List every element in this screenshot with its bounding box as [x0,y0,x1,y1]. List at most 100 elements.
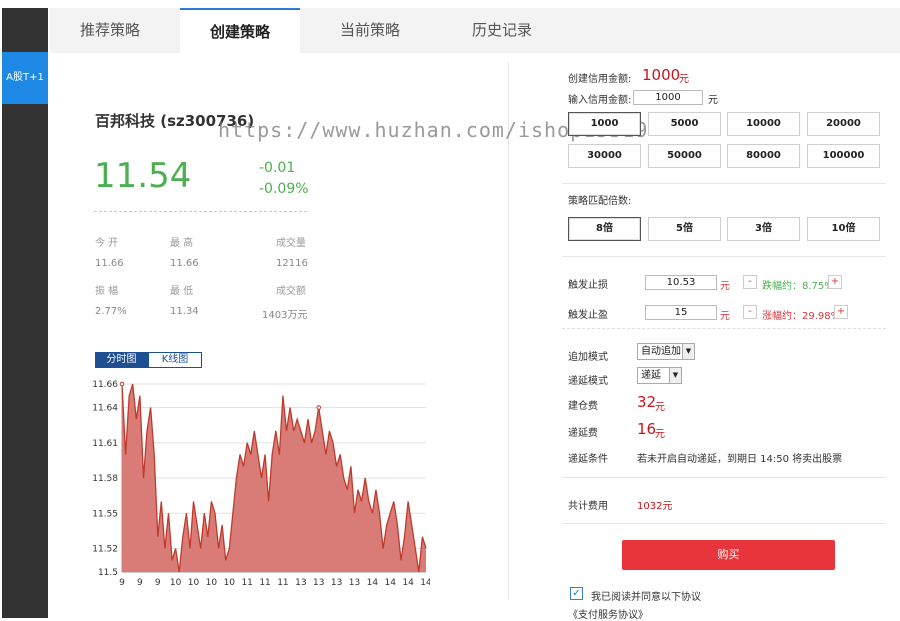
tab-history[interactable]: 历史记录 [442,8,562,53]
x-tick-label: 9 [119,578,125,588]
take-profit-hint: 涨幅约：29.98% [762,311,841,322]
quote-value-volume: 12116 [276,258,308,269]
credit-input-label: 输入信用金额: [568,95,632,106]
x-tick-label: 10 [224,578,236,588]
tab-bar: 推荐策略 创建策略 当前策略 历史记录 [50,8,900,53]
credit-input[interactable]: 1000 [633,90,703,105]
panel-divider [508,62,509,600]
extend-mode-select[interactable]: 递延 ▼ [637,367,682,384]
x-tick-label: 13 [349,578,360,588]
credit-option-1000[interactable]: 1000 [568,112,641,136]
credit-option-30000[interactable]: 30000 [568,144,641,168]
section-divider [562,523,886,524]
divider-dashed [94,211,307,212]
stop-loss-hint: 跌幅约：8.75% [762,281,834,292]
series-point [119,381,125,387]
series-point [316,405,322,410]
quote-label-volume: 成交量 [276,238,306,249]
credit-option-50000[interactable]: 50000 [648,144,721,168]
tab-recommended[interactable]: 推荐策略 [50,8,170,53]
quote-label-high: 最 高 [170,238,194,249]
stop-loss-input[interactable]: 10.53 [645,275,717,290]
y-tick-label: 11.61 [92,439,118,449]
credit-option-10000[interactable]: 10000 [727,112,800,136]
x-tick-label: 11 [259,578,270,588]
extend-fee-label: 递延费 [568,428,598,439]
chevron-down-icon: ▼ [669,368,681,383]
x-tick-label: 14 [402,578,414,588]
quote-label-open: 今 开 [95,238,119,249]
chevron-down-icon: ▼ [682,344,694,359]
add-mode-label: 追加模式 [568,352,608,363]
y-tick-label: 11.52 [92,545,118,555]
x-tick-label: 9 [137,578,143,588]
agreement-link[interactable]: 《支付服务协议》 [568,606,648,621]
extend-fee-unit: 元 [655,429,665,440]
buy-button[interactable]: 购买 [622,540,835,570]
x-tick-label: 13 [331,578,342,588]
take-profit-minus-button[interactable]: - [743,305,757,319]
credit-input-unit: 元 [708,95,718,106]
quote-value-turnover: 1403万元 [262,310,308,321]
total-fee-value: 1032元 [637,501,673,512]
multiplier-label: 策略匹配倍数: [568,196,632,207]
extend-condition-label: 递延条件 [568,454,608,465]
stock-name: 百邦科技 (sz300736) [95,112,255,130]
extend-fee-value: 16 [637,420,657,438]
quote-label-turnover: 成交额 [276,286,306,297]
x-tick-label: 9 [155,578,161,588]
take-profit-input[interactable]: 15 [645,305,717,320]
stop-loss-label: 触发止损 [568,280,608,291]
quote-value-high: 11.66 [170,258,199,269]
credit-amount: 1000 [642,66,681,84]
take-profit-plus-button[interactable]: + [834,305,848,319]
multiplier-option-10x[interactable]: 10倍 [807,217,880,241]
extend-mode-label: 递延模式 [568,376,608,387]
stock-price: 11.54 [94,156,192,196]
credit-option-100000[interactable]: 100000 [807,144,880,168]
chart-tab-intraday[interactable]: 分时图 [95,352,148,368]
add-mode-select[interactable]: 自动追加 ▼ [637,343,695,360]
tab-create[interactable]: 创建策略 [180,8,300,53]
section-divider [562,256,886,257]
take-profit-label: 触发止盈 [568,310,608,321]
credit-label: 创建信用金额: [568,74,632,85]
x-tick-label: 11 [277,578,288,588]
credit-option-5000[interactable]: 5000 [648,112,721,136]
x-tick-label: 10 [188,578,200,588]
stop-loss-minus-button[interactable]: - [743,275,757,289]
build-fee-label: 建仓费 [568,401,598,412]
x-tick-label: 10 [206,578,218,588]
left-sidebar: A股T+1 [2,8,48,618]
credit-option-80000[interactable]: 80000 [727,144,800,168]
multiplier-option-8x[interactable]: 8倍 [568,217,641,241]
stop-loss-unit: 元 [720,281,730,292]
section-divider [562,183,886,184]
quote-value-amplitude: 2.77% [95,306,127,317]
build-fee-unit: 元 [655,402,665,413]
extend-condition-text: 若未开启自动递延，到期日 14:50 将卖出股票 [637,454,843,465]
section-divider [562,477,886,478]
y-tick-label: 11.66 [92,380,118,390]
tab-current[interactable]: 当前策略 [310,8,430,53]
x-tick-label: 14 [420,578,430,588]
quote-value-open: 11.66 [95,258,124,269]
stop-loss-plus-button[interactable]: + [828,275,842,289]
chart-tab-kline[interactable]: K线图 [148,352,202,368]
agree-label: 我已阅读并同意以下协议 [591,592,701,603]
multiplier-option-5x[interactable]: 5倍 [648,217,721,241]
multiplier-option-3x[interactable]: 3倍 [727,217,800,241]
add-mode-value: 自动追加 [641,346,681,357]
credit-option-20000[interactable]: 20000 [807,112,880,136]
agree-checkbox[interactable]: ✓ [570,587,583,600]
build-fee-value: 32 [637,393,657,411]
y-tick-label: 11.64 [92,404,118,414]
quote-label-amplitude: 振 幅 [95,286,119,297]
sidebar-item-a-share[interactable]: A股T+1 [2,52,48,104]
x-tick-label: 10 [170,578,182,588]
y-tick-label: 11.5 [98,568,118,578]
total-fee-label: 共计费用 [568,501,608,512]
x-tick-label: 13 [313,578,324,588]
section-divider [562,328,886,329]
y-tick-label: 11.58 [92,474,118,484]
